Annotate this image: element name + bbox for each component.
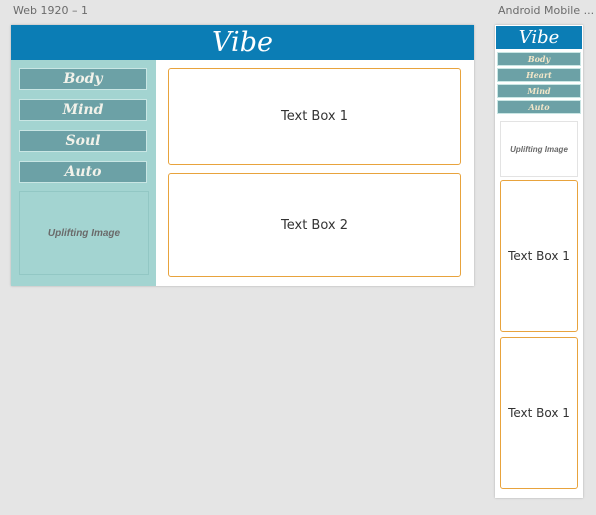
nav-button-auto[interactable]: Auto	[19, 161, 147, 183]
text-box-2: Text Box 2	[168, 173, 461, 277]
site-header: Vibe	[11, 25, 474, 60]
mobile-header: Vibe	[496, 26, 582, 49]
mobile-nav-button-body[interactable]: Body	[497, 52, 581, 66]
sidebar: Body Mind Soul Auto Uplifting Image	[11, 60, 156, 286]
mobile-text-box-1: Text Box 1	[500, 180, 578, 332]
artboard-web[interactable]: Vibe Body Mind Soul Auto Uplifting Image…	[11, 25, 474, 286]
nav-button-soul[interactable]: Soul	[19, 130, 147, 152]
mobile-nav-button-mind[interactable]: Mind	[497, 84, 581, 98]
mobile-image-placeholder: Uplifting Image	[500, 121, 578, 177]
mobile-nav-button-heart[interactable]: Heart	[497, 68, 581, 82]
artboard-label-mobile[interactable]: Android Mobile ...	[498, 4, 594, 17]
artboard-mobile[interactable]: Vibe Body Heart Mind Auto Uplifting Imag…	[495, 25, 583, 498]
text-box-1: Text Box 1	[168, 68, 461, 165]
brand-title: Vibe	[212, 27, 273, 58]
image-placeholder: Uplifting Image	[19, 191, 149, 275]
artboard-label-web[interactable]: Web 1920 – 1	[13, 4, 88, 17]
mobile-nav-button-auto[interactable]: Auto	[497, 100, 581, 114]
nav-button-body[interactable]: Body	[19, 68, 147, 90]
mobile-text-box-2: Text Box 1	[500, 337, 578, 489]
nav-button-mind[interactable]: Mind	[19, 99, 147, 121]
mobile-brand-title: Vibe	[518, 26, 560, 48]
